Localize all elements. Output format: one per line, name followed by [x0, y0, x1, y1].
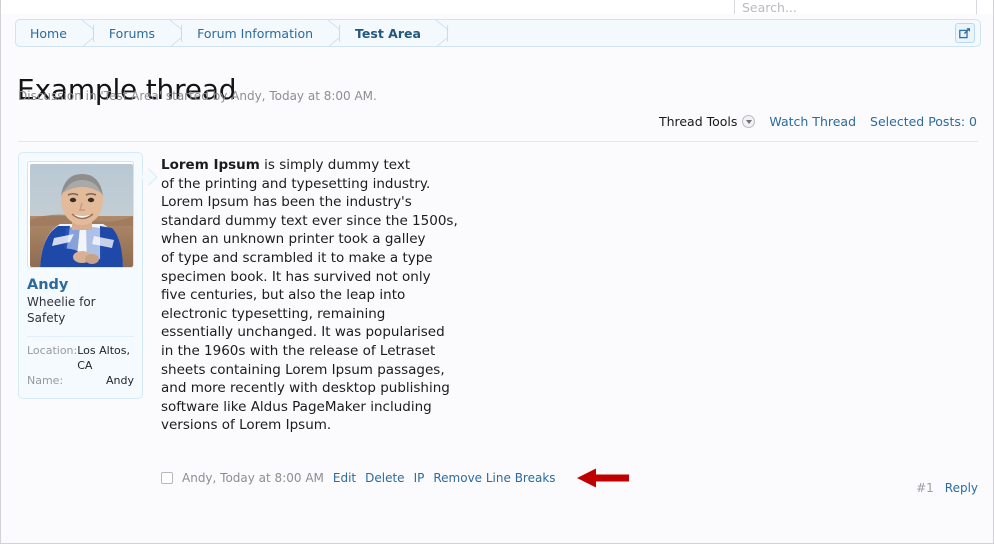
selected-posts-link[interactable]: Selected Posts: 0 [870, 114, 977, 129]
user-field-label: Location: [27, 344, 78, 357]
search-input[interactable]: Search... [734, 0, 977, 14]
user-field-value: Andy [106, 374, 134, 387]
breadcrumb-list: Home Forums Forum Information Test Area [16, 20, 449, 46]
chevron-down-icon[interactable] [742, 115, 756, 128]
post-footer: Andy, Today at 8:00 AM Edit Delete IP Re… [161, 467, 978, 489]
breadcrumb-item-home[interactable]: Home [16, 20, 80, 46]
chevron-right-icon [80, 20, 95, 46]
thread-tools-label: Thread Tools [658, 114, 738, 129]
user-name[interactable]: Andy [27, 277, 134, 293]
user-title: Wheelie for Safety [27, 295, 96, 325]
thread-tools-row: Thread Tools Watch Thread Selected Posts… [659, 114, 977, 129]
edit-link[interactable]: Edit [333, 471, 356, 485]
select-post-checkbox[interactable] [161, 472, 173, 484]
message-lead: Lorem Ipsum [161, 157, 260, 173]
message-body: is simply dummy text of the printing and … [161, 157, 458, 434]
post-user-info: Andy Wheelie for Safety Location: Los Al… [18, 152, 143, 399]
user-field-label: Name: [27, 374, 64, 387]
chevron-right-icon [434, 20, 449, 46]
ip-link[interactable]: IP [414, 471, 425, 485]
thread-subtitle: Discussion in 'Test Area' started by And… [18, 89, 377, 103]
top-search-strip: Search... [1, 0, 993, 14]
breadcrumb: Home Forums Forum Information Test Area [15, 19, 981, 47]
section-divider [18, 141, 978, 142]
breadcrumb-item-test-area[interactable]: Test Area [341, 20, 434, 46]
user-field-location: Location: Los Altos, CA [27, 343, 134, 373]
red-left-arrow-annotation [576, 467, 629, 489]
breadcrumb-item-forums[interactable]: Forums [95, 20, 168, 46]
reply-link[interactable]: Reply [945, 481, 978, 495]
chevron-right-icon [326, 20, 341, 46]
post-index: #1 [916, 481, 934, 495]
forum-page: Search... Home Forums Forum Information … [0, 0, 994, 544]
user-field-name: Name: Andy [27, 373, 134, 388]
user-fields: Location: Los Altos, CA Name: Andy [27, 336, 134, 388]
breadcrumb-item-forum-information[interactable]: Forum Information [183, 20, 326, 46]
post-index-row: #1 Reply [916, 481, 978, 495]
remove-line-breaks-link[interactable]: Remove Line Breaks [433, 471, 555, 485]
post-date: Andy, Today at 8:00 AM [182, 471, 324, 485]
user-field-value: Los Altos, CA [77, 344, 130, 372]
chevron-right-icon [168, 20, 183, 46]
user-avatar-photo[interactable] [27, 161, 134, 268]
post-message: Lorem Ipsum is simply dummy text of the p… [161, 156, 661, 435]
delete-link[interactable]: Delete [365, 471, 404, 485]
popup-expand-icon[interactable] [955, 23, 975, 43]
thread-tools-button[interactable]: Thread Tools [658, 114, 756, 129]
watch-thread-link[interactable]: Watch Thread [769, 114, 856, 129]
